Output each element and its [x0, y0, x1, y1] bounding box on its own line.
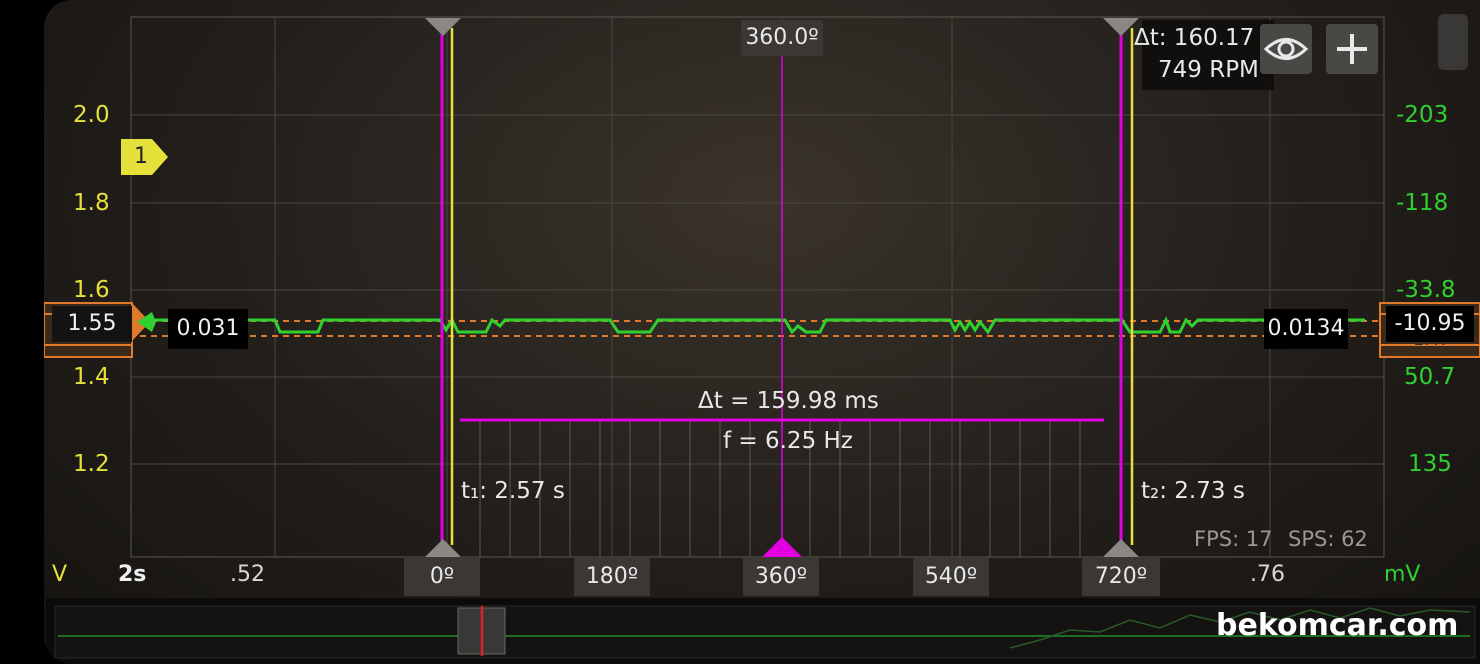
degree-label-540: 540º: [913, 558, 989, 596]
timebase-label[interactable]: 2s: [118, 562, 146, 587]
rpm-value: 749 RPM: [1158, 57, 1259, 83]
right-tick-2: -33.8: [1396, 277, 1456, 303]
watermark: bekomcar.com: [1216, 608, 1459, 643]
cursor-handle-bottom-right[interactable]: [1103, 539, 1139, 557]
top-cursor-label: 360.0º: [741, 20, 823, 56]
add-button[interactable]: [1326, 24, 1378, 74]
left-axis-unit: V: [52, 562, 68, 587]
fps-label: FPS: 17: [1194, 527, 1273, 551]
scope-screen: 360.0º Δt: 160.17 m 749 RPM 2.0 1.8 1.6 …: [44, 0, 1480, 664]
left-tick-1-6: 1.6: [73, 277, 110, 303]
channel-1-label: 1: [134, 144, 148, 169]
visibility-button[interactable]: [1260, 24, 1312, 74]
side-handle[interactable]: [1438, 14, 1468, 70]
right-axis-unit: mV: [1384, 562, 1421, 587]
sps-label: SPS: 62: [1288, 527, 1368, 551]
x-tick-0: .52: [230, 562, 265, 587]
grid: [130, 16, 1385, 558]
right-tick-4: 135: [1408, 451, 1452, 477]
frequency-measurement: f = 6.25 Hz: [723, 428, 853, 454]
right-level-value: -10.95: [1386, 306, 1474, 342]
right-tick-1: -118: [1396, 190, 1449, 216]
left-tick-1-2: 1.2: [73, 451, 110, 477]
t2-label: t₂: 2.73 s: [1141, 478, 1245, 504]
degree-label-360: 360º: [743, 558, 819, 596]
center-cursor-handle[interactable]: [762, 537, 802, 557]
right-tick-3: 50.7: [1404, 364, 1456, 390]
left-cursor-value: 0.031: [168, 309, 248, 349]
degree-label-180: 180º: [574, 558, 650, 596]
left-tick-2-0: 2.0: [73, 102, 110, 128]
degree-label-0: 0º: [404, 558, 480, 596]
delta-t-measurement: Δt = 159.98 ms: [698, 388, 879, 414]
left-tick-1-4: 1.4: [73, 364, 110, 390]
left-level-value: 1.55: [52, 306, 132, 342]
eye-icon: [1263, 38, 1309, 60]
yellow-cursors[interactable]: [450, 28, 1134, 545]
left-tick-1-8: 1.8: [73, 190, 110, 216]
cursor-handle-top-left[interactable]: [425, 18, 461, 36]
right-tick-0: -203: [1396, 102, 1449, 128]
x-tick-1: .76: [1250, 562, 1285, 587]
cursor-handle-bottom-left[interactable]: [425, 539, 461, 557]
plus-icon: [1337, 34, 1367, 64]
right-cursor-value: 0.0134: [1264, 309, 1348, 349]
degree-label-720: 720º: [1082, 558, 1160, 596]
t1-label: t₁: 2.57 s: [461, 478, 565, 504]
